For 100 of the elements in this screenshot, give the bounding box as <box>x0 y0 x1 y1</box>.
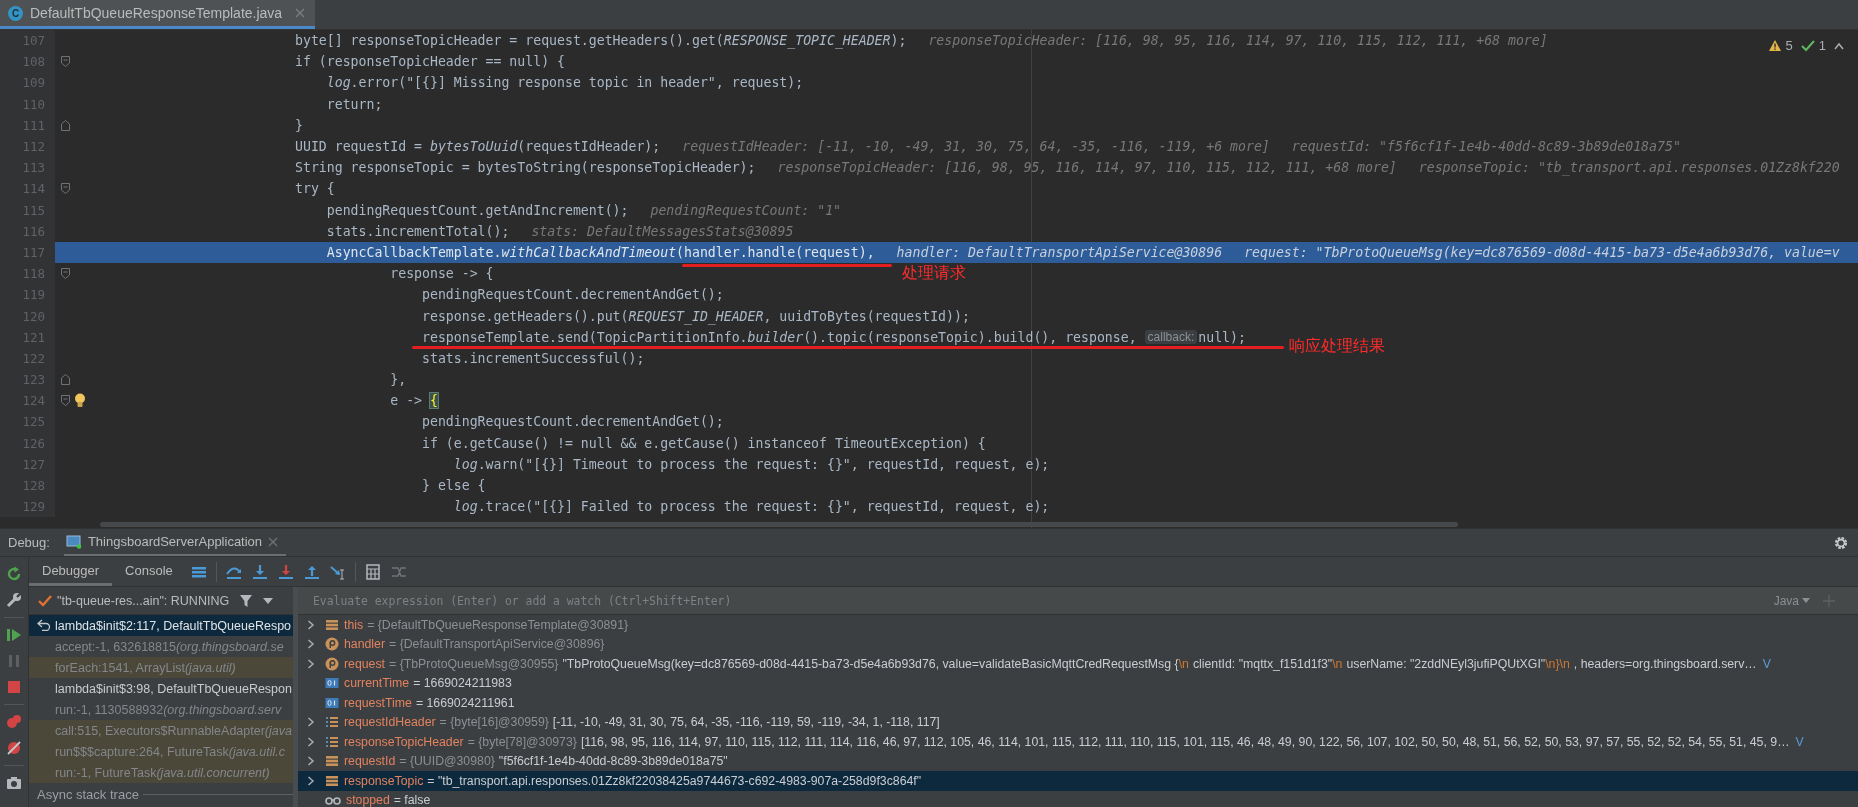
class-icon: C <box>8 5 23 21</box>
code-text: log.trace("[{}] Failed to process the request: {}", requestId, request, e); <box>452 499 1050 515</box>
variable-row[interactable]: responseTopicHeader = {byte[78]@30973} [116, 98, 95, 116, 114, 97, 110, 115, 112, 111, 114, 116, 46, 97, 112, 105, 46, 114, 101, 115, 112, 111, 110, 115, 101, 115, 46, 48, 49, 90, 122, 56, 107, 102, 50, 50, 48, 51, 56, 52, 50, 53, 97, 57, 55, 52, 52, 54, 55, 51, 45, 9… V <box>298 732 1858 752</box>
fold-marker-icon[interactable] <box>61 56 70 68</box>
thread-dropdown[interactable]: "tb-queue-res...ain": RUNNING <box>38 593 230 608</box>
variable-row[interactable]: requestId = {UUID@30980} "f5f6cf1f-1e4b-40dd-8c89-3b89de018a75" <box>298 751 1858 771</box>
chevron-right-icon[interactable] <box>307 756 315 767</box>
code-text: if (responseTopicHeader == null) { <box>295 54 565 70</box>
view-link[interactable]: V <box>1795 734 1804 749</box>
inline-value-hint: requestIdHeader: [-11, -10, -49, 31, 30, 75, 64, -35, -116, -119, +6 more] <box>682 139 1270 155</box>
chevron-up-icon[interactable] <box>1834 41 1844 50</box>
filter-icon[interactable] <box>239 593 254 608</box>
code-text: } else { <box>421 478 486 494</box>
variable-row[interactable]: requestTime = 1669024211961 <box>298 693 1858 713</box>
field-icon <box>325 773 339 788</box>
array-icon <box>325 715 339 730</box>
parameter-icon <box>325 637 339 652</box>
panel-label: Debug: <box>8 535 50 550</box>
code-text: UUID requestId = bytesToUuid(requestIdHeader); <box>295 139 661 155</box>
step-out-icon[interactable] <box>302 563 321 580</box>
field-icon <box>325 617 339 632</box>
wrench-icon[interactable] <box>5 591 23 609</box>
code-text: pendingRequestCount.decrementAndGet(); <box>421 287 724 303</box>
weak-warning-count: 1 <box>1818 38 1826 53</box>
code-text: } <box>295 117 303 133</box>
fold-marker-icon[interactable] <box>61 268 70 280</box>
stack-frame[interactable]: accept:-1, 632618815(org.thingsboard.se <box>29 636 293 657</box>
stack-frame[interactable]: lambda$init$2:117, DefaultTbQueueRespo <box>29 615 293 636</box>
camera-icon[interactable] <box>5 774 23 792</box>
code-text: response.getHeaders().put(REQUEST_ID_HEADER, uuidToBytes(requestId)); <box>421 308 970 324</box>
parameter-hint: callback: <box>1144 330 1198 345</box>
code-text: response -> { <box>389 266 494 282</box>
code-text: stats.incrementSuccessful(); <box>421 350 645 366</box>
file-tab[interactable]: C DefaultTbQueueResponseTemplate.java <box>0 0 316 29</box>
session-tab[interactable]: ThingsboardServerApplication <box>63 529 287 556</box>
variable-row[interactable]: responseTopic = "tb_transport.api.responses.01Zz8kf22038425a9744673-c692-4983-907a-258d9f3c864f" <box>298 771 1858 791</box>
code-text: null); <box>1198 329 1246 345</box>
lightbulb-icon[interactable] <box>74 393 86 409</box>
step-into-icon[interactable] <box>250 563 269 580</box>
close-icon[interactable] <box>268 536 279 547</box>
caret-icon[interactable] <box>263 597 274 604</box>
chevron-right-icon[interactable] <box>307 619 315 630</box>
code-text: pendingRequestCount.getAndIncrement(); <box>325 202 629 218</box>
fold-marker-icon[interactable] <box>61 395 70 407</box>
debugger-tab[interactable]: Console <box>112 557 186 586</box>
scrollbar[interactable] <box>100 522 1458 527</box>
close-icon[interactable] <box>295 8 306 18</box>
code-text: try { <box>295 181 335 197</box>
inline-value-hint: responseTopic: "tb_transport.api.responses.01Zz8kf220 <box>1418 160 1840 176</box>
chevron-right-icon[interactable] <box>307 736 315 747</box>
code-text: log.error("[{}] Missing response topic in header", request); <box>325 75 804 91</box>
code-text: return; <box>325 96 383 112</box>
chevron-right-icon[interactable] <box>307 639 315 650</box>
variable-row[interactable]: currentTime = 1669024211983 <box>298 673 1858 693</box>
chevron-right-icon[interactable] <box>307 717 315 728</box>
mute-breakpoints-icon[interactable] <box>5 739 23 757</box>
code-text: stats.incrementTotal(); <box>325 223 510 239</box>
code-text: pendingRequestCount.decrementAndGet(); <box>421 414 724 430</box>
inline-value-hint: responseTopicHeader: [116, 98, 95, 116, 114, 97, 110, 115, 112, 111, +68 more] <box>777 160 1397 176</box>
stop-icon[interactable] <box>5 678 23 696</box>
variable-row[interactable]: this = {DefaultTbQueueResponseTemplate@30891} <box>298 615 1858 635</box>
chevron-right-icon[interactable] <box>307 658 315 669</box>
primitive-icon <box>325 676 339 691</box>
rerun-icon[interactable] <box>5 565 23 583</box>
code-text: String responseTopic = bytesToString(responseTopicHeader); <box>295 160 756 176</box>
calculator-icon[interactable] <box>363 563 382 580</box>
fold-marker-icon[interactable] <box>61 119 70 131</box>
code-text: if (e.getCause() != null && e.getCause() instanceof TimeoutException) { <box>421 435 986 451</box>
variable-row[interactable]: requestIdHeader = {byte[16]@30959} [-11, -10, -49, 31, 30, 75, 64, -35, -116, -119, 59, -119, -34, 1, -118, 117] <box>298 712 1858 732</box>
settings-icon[interactable] <box>1834 535 1848 550</box>
resume-icon[interactable] <box>5 626 23 644</box>
code-text: log.warn("[{}] Timeout to process the request: {}", requestId, request, e); <box>452 456 1050 472</box>
application-icon <box>65 534 82 549</box>
warning-count: 5 <box>1785 38 1793 53</box>
check-icon[interactable] <box>1800 39 1815 52</box>
breakpoints-icon[interactable] <box>5 713 23 731</box>
run-to-cursor-icon[interactable] <box>328 563 347 580</box>
force-step-into-icon[interactable] <box>276 563 295 580</box>
evaluate-field[interactable]: Evaluate expression (Enter) or add a watch (Ctrl+Shift+Enter) Java <box>298 587 1858 615</box>
fold-marker-icon[interactable] <box>61 374 70 386</box>
inline-value-hint: pendingRequestCount: "1" <box>650 202 842 218</box>
inline-value-hint: requestId: "f5f6cf1f-1e4b-40dd-8c89-3b89de018a75" <box>1291 139 1681 155</box>
chevron-right-icon[interactable] <box>307 775 315 786</box>
array-icon <box>325 734 339 749</box>
variable-row[interactable]: handler = {DefaultTransportApiService@30896} <box>298 634 1858 654</box>
inline-value-hint: stats: DefaultMessagesStats@30895 <box>531 223 794 239</box>
stack-frame[interactable]: lambda$init$3:98, DefaultTbQueueRespon <box>29 678 293 699</box>
parameter-icon <box>325 656 339 671</box>
annotation-text: 处理请求 <box>902 263 966 284</box>
variable-row[interactable]: request = {TbProtoQueueMsg@30955} "TbProtoQueueMsg(key=dc876569-d08d-4415-ba73-d5e4a6b93d76, value=validateBasicMqttCredRequestMsg {\n clientId: "mqttx_f151d1f3"\n userName: "2zddNEyl3jufiPQUtXGI"\n}\n , headers=org.thingsboard.serv… V <box>298 654 1858 674</box>
field-icon <box>325 754 339 769</box>
stack-frame[interactable]: run:-1, 1130588932(org.thingsboard.serv <box>29 699 293 720</box>
annotation-text: 响应处理结果 <box>1289 336 1385 357</box>
code-text: }, <box>389 372 407 388</box>
fold-marker-icon[interactable] <box>61 183 70 195</box>
view-link[interactable]: V <box>1762 656 1771 671</box>
code-text: e -> <box>389 393 423 409</box>
language-dropdown[interactable]: Java <box>1773 593 1810 608</box>
variable-row[interactable]: stopped = false <box>298 790 1858 807</box>
warning-icon[interactable] <box>1767 39 1782 52</box>
